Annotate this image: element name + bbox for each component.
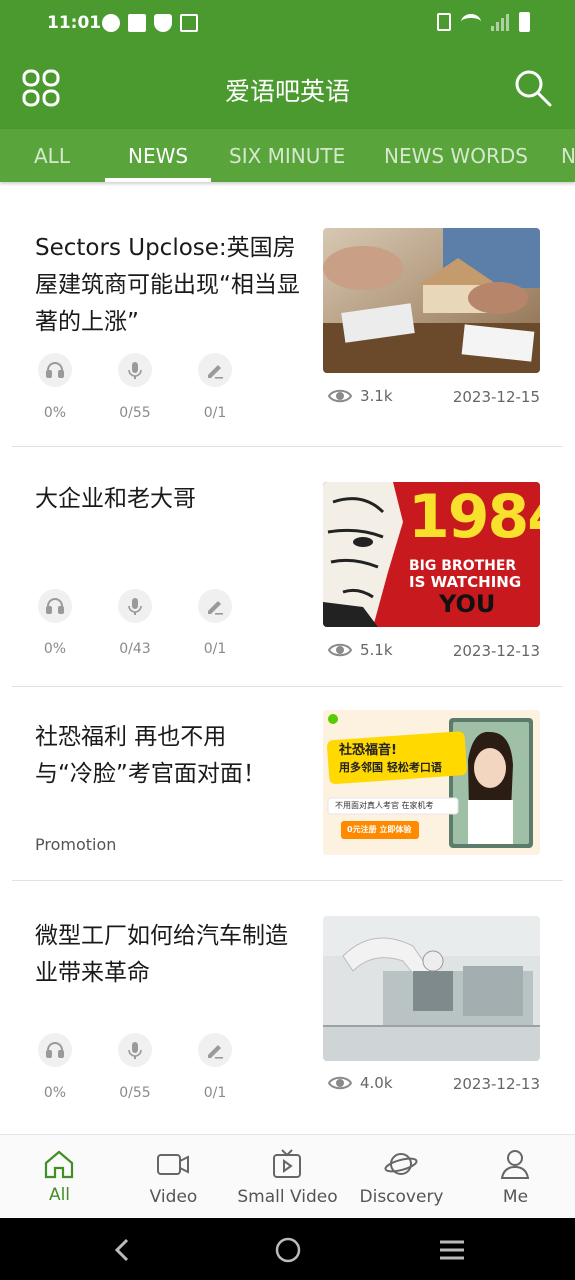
thumb-caption-2: IS WATCHING xyxy=(409,573,522,591)
article-title[interactable]: 大企业和老大哥 xyxy=(35,481,300,518)
search-icon[interactable] xyxy=(513,68,553,108)
nav-video[interactable]: Video xyxy=(116,1135,231,1219)
promotion-thumbnail[interactable]: 社恐福音! 用多邻国 轻松考口语 不用面对真人考官 在家机考 0元注册 立即体验 xyxy=(323,710,540,855)
tab-all[interactable]: ALL xyxy=(34,144,70,168)
nav-label: Discovery xyxy=(359,1187,444,1207)
eye-icon xyxy=(328,1076,352,1090)
speaking-progress: 0/55 xyxy=(119,405,151,421)
listen-progress-icon[interactable] xyxy=(38,1033,72,1067)
nav-me[interactable]: Me xyxy=(458,1135,573,1219)
article-thumbnail[interactable] xyxy=(323,228,540,373)
article-thumbnail[interactable]: 1984 BIG BROTHER IS WATCHING YOU xyxy=(323,482,540,627)
microphone-icon[interactable] xyxy=(118,589,152,623)
thumb-caption-1: BIG BROTHER xyxy=(409,558,517,574)
user-icon xyxy=(500,1150,530,1179)
back-icon[interactable] xyxy=(112,1238,132,1262)
notification-icons xyxy=(102,14,198,32)
eye-icon xyxy=(328,389,352,403)
battery-icon xyxy=(519,12,530,32)
article-title[interactable]: 社恐福利 再也不用与“冷脸”考官面对面！ xyxy=(35,719,280,793)
nav-label: Video xyxy=(149,1187,198,1207)
tv-icon xyxy=(273,1149,301,1178)
article-item[interactable]: 大企业和老大哥 1984 BIG BROTHER IS WATCHING YOU… xyxy=(0,447,575,686)
view-count-value: 4.0k xyxy=(360,1074,393,1092)
edit-icon[interactable] xyxy=(198,589,232,623)
system-navigation-bar xyxy=(0,1218,575,1280)
tab-six-minute[interactable]: SIX MINUTE xyxy=(229,144,345,168)
nav-label: Me xyxy=(502,1187,529,1207)
listen-progress-icon[interactable] xyxy=(38,353,72,387)
promo-headline-1: 社恐福音! xyxy=(339,743,397,758)
eye-icon xyxy=(328,643,352,657)
speaking-progress: 0/55 xyxy=(119,1085,151,1101)
microphone-icon[interactable] xyxy=(118,1033,152,1067)
article-title[interactable]: Sectors Upclose:英国房屋建筑商可能出现“相当显著的上涨” xyxy=(35,230,300,341)
wifi-icon xyxy=(461,14,481,30)
quiz-progress: 0/1 xyxy=(203,1085,227,1101)
microphone-icon[interactable] xyxy=(118,353,152,387)
thumb-1984: 1984 xyxy=(408,482,540,552)
status-bar: 11:01 xyxy=(0,0,575,50)
promo-subline: 不用面对真人考官 在家机考 xyxy=(335,801,434,810)
tab-more[interactable]: N xyxy=(561,144,575,168)
video-camera-icon xyxy=(157,1154,189,1175)
category-tabs: ALL NEWS SIX MINUTE NEWS WORDS N xyxy=(0,129,575,182)
listen-progress: 0% xyxy=(43,405,67,421)
recent-apps-icon[interactable] xyxy=(438,1238,466,1262)
home-icon xyxy=(44,1150,74,1179)
bottom-navigation: All Video Small Video Discovery Me xyxy=(0,1134,575,1218)
promotion-label: Promotion xyxy=(35,835,117,854)
article-item[interactable]: 微型工厂如何给汽车制造业带来革命 0% 0/55 0/1 4.0k 2023-1… xyxy=(0,881,575,1131)
view-count-value: 3.1k xyxy=(360,387,393,405)
edit-icon[interactable] xyxy=(198,1033,232,1067)
listen-progress-icon[interactable] xyxy=(38,589,72,623)
view-count: 3.1k xyxy=(328,387,393,405)
tab-news[interactable]: NEWS xyxy=(128,144,188,168)
planet-icon xyxy=(384,1153,418,1175)
listen-progress: 0% xyxy=(43,1085,67,1101)
edit-icon[interactable] xyxy=(198,353,232,387)
promo-cta: 0元注册 立即体验 xyxy=(347,825,412,834)
view-count-value: 5.1k xyxy=(360,641,393,659)
card-icon xyxy=(180,14,198,32)
thumb-caption-3: YOU xyxy=(439,590,496,618)
nav-label: All xyxy=(48,1185,71,1205)
quiz-progress: 0/1 xyxy=(203,405,227,421)
view-count: 5.1k xyxy=(328,641,393,659)
status-time: 11:01 xyxy=(47,13,102,33)
article-item[interactable]: Sectors Upclose:英国房屋建筑商可能出现“相当显著的上涨” 0% … xyxy=(0,182,575,446)
vibrate-icon xyxy=(437,13,451,31)
shield-icon xyxy=(154,14,172,32)
speed-icon xyxy=(102,14,120,32)
mail-icon xyxy=(128,14,146,32)
tab-news-words[interactable]: NEWS WORDS xyxy=(384,144,528,168)
article-thumbnail[interactable] xyxy=(323,916,540,1061)
listen-progress: 0% xyxy=(43,641,67,657)
article-title[interactable]: 微型工厂如何给汽车制造业带来革命 xyxy=(35,918,300,992)
system-status-icons xyxy=(437,12,530,32)
app-bar: 爱语吧英语 xyxy=(0,50,575,129)
home-button-icon[interactable] xyxy=(274,1236,302,1264)
publish-date: 2023-12-13 xyxy=(452,1075,540,1093)
app-title: 爱语吧英语 xyxy=(224,77,350,106)
nav-label: Small Video xyxy=(237,1187,338,1207)
promotion-item[interactable]: 社恐福利 再也不用与“冷脸”考官面对面！ 社恐福音! 用多邻国 轻松考口语 不用… xyxy=(0,687,575,880)
speaking-progress: 0/43 xyxy=(119,641,151,657)
nav-all[interactable]: All xyxy=(2,1135,117,1219)
nav-small-video[interactable]: Small Video xyxy=(230,1135,345,1219)
quiz-progress: 0/1 xyxy=(203,641,227,657)
view-count: 4.0k xyxy=(328,1074,393,1092)
nav-discovery[interactable]: Discovery xyxy=(344,1135,459,1219)
publish-date: 2023-12-15 xyxy=(452,388,540,406)
cell-signal-icon xyxy=(491,13,509,31)
publish-date: 2023-12-13 xyxy=(452,642,540,660)
promo-headline-2: 用多邻国 轻松考口语 xyxy=(339,761,442,774)
